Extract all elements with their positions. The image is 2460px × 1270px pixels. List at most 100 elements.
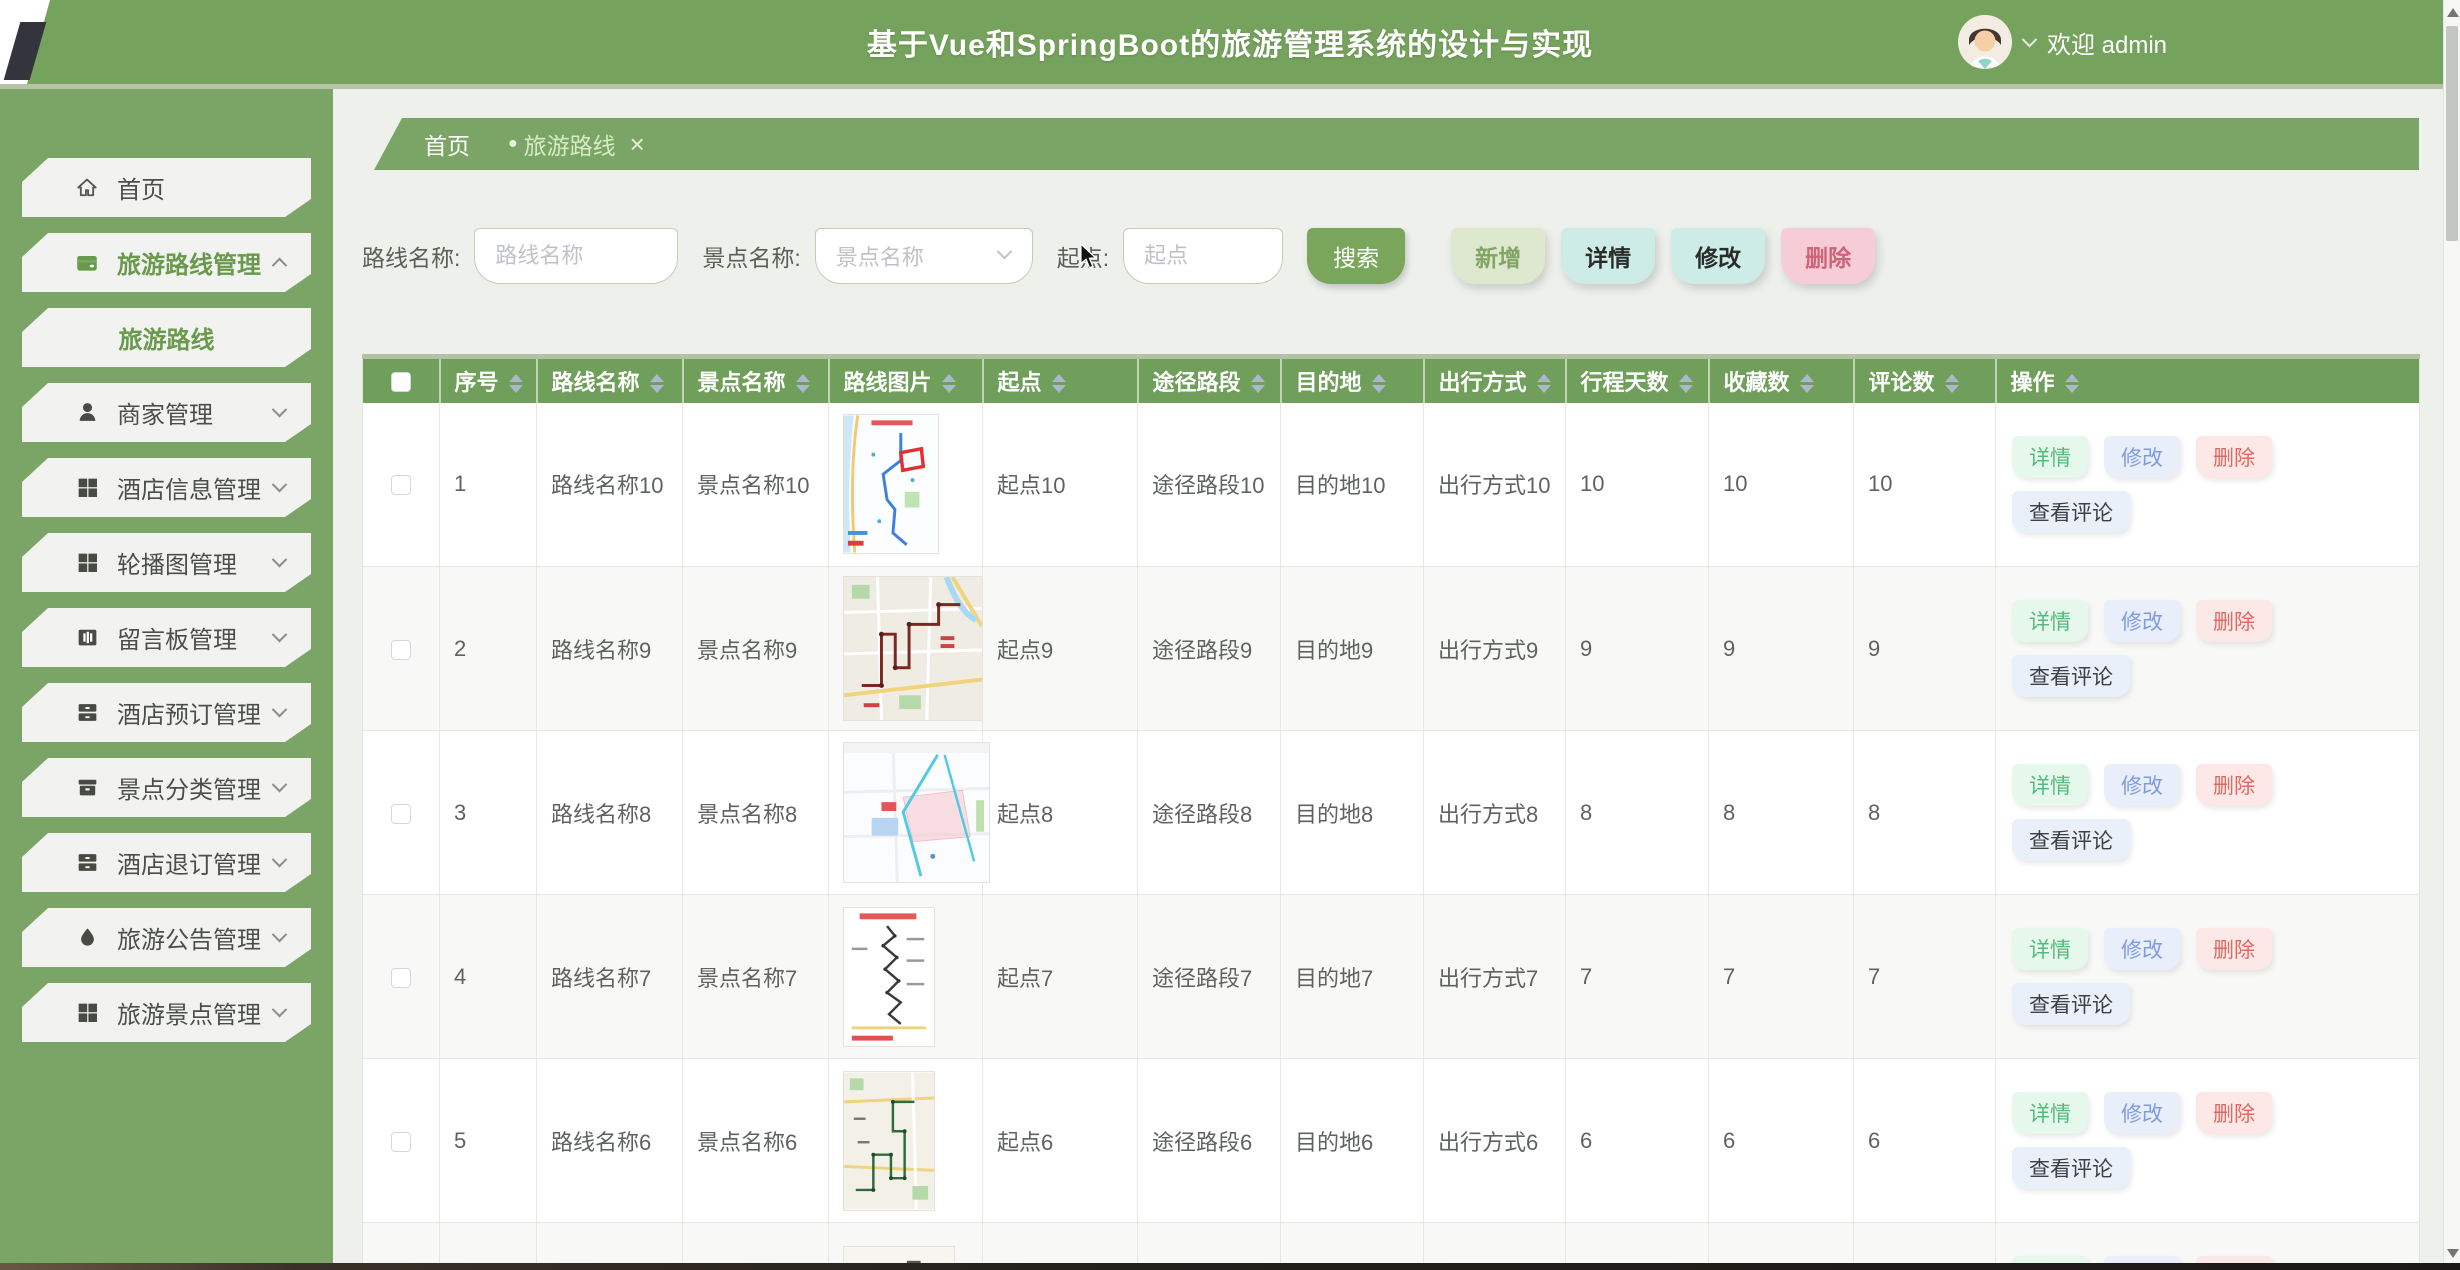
sidebar-item-label: 商家管理	[117, 395, 213, 430]
sidebar-item-merchant-mgmt[interactable]: 商家管理	[22, 383, 311, 442]
scroll-up-icon[interactable]	[2447, 8, 2459, 17]
cell-days: 10	[1566, 403, 1709, 567]
row-edit-button[interactable]: 修改	[2104, 764, 2180, 806]
cell-text: 路线名称7	[551, 966, 651, 991]
column-header-label: 途径路段	[1153, 370, 1241, 395]
sidebar-item-label: 酒店预订管理	[117, 695, 261, 730]
cell-text: 6	[1723, 1128, 1735, 1153]
cell-comments: 10	[1854, 403, 1996, 567]
row-checkbox[interactable]	[391, 968, 411, 988]
chevron-down-icon	[2022, 31, 2038, 47]
spot-name-select[interactable]: 景点名称	[815, 228, 1033, 284]
scroll-down-icon[interactable]	[2447, 1249, 2459, 1258]
row-detail-button[interactable]: 详情	[2012, 1092, 2088, 1134]
scrollbar-thumb[interactable]	[2446, 26, 2458, 241]
cell-favorites: 8	[1709, 731, 1854, 895]
column-header-label: 路线图片	[844, 370, 932, 395]
row-delete-button[interactable]: 删除	[2196, 436, 2272, 478]
sort-caret-icon[interactable]	[942, 374, 956, 393]
sidebar-item-spot-category-mgmt[interactable]: 景点分类管理	[22, 758, 311, 817]
sidebar-item-message-board-mgmt[interactable]: 留言板管理	[22, 608, 311, 667]
search-button[interactable]: 搜索	[1307, 228, 1405, 284]
row-detail-button[interactable]: 详情	[2012, 600, 2088, 642]
detail-button[interactable]: 详情	[1561, 228, 1655, 284]
sort-caret-icon[interactable]	[509, 374, 523, 393]
column-header-spot_name[interactable]: 景点名称	[683, 357, 829, 403]
page-title: 基于Vue和SpringBoot的旅游管理系统的设计与实现	[867, 20, 1593, 64]
route-name-input[interactable]	[474, 228, 678, 284]
row-view-comments-button[interactable]: 查看评论	[2012, 655, 2130, 697]
column-header-comments[interactable]: 评论数	[1854, 357, 1996, 403]
row-edit-button[interactable]: 修改	[2104, 600, 2180, 642]
row-checkbox[interactable]	[391, 475, 411, 495]
sidebar-item-home[interactable]: 首页	[22, 158, 311, 217]
row-detail-button[interactable]: 详情	[2012, 764, 2088, 806]
sort-caret-icon[interactable]	[1052, 374, 1066, 393]
column-header-seq[interactable]: 序号	[440, 357, 537, 403]
sort-caret-icon[interactable]	[1251, 374, 1265, 393]
row-detail-button[interactable]: 详情	[2012, 928, 2088, 970]
header-divider	[0, 84, 2460, 89]
user-menu[interactable]: 欢迎 admin	[1958, 0, 2167, 84]
row-edit-button[interactable]: 修改	[2104, 928, 2180, 970]
sidebar-item-notice-mgmt[interactable]: 旅游公告管理	[22, 908, 311, 967]
column-header-days[interactable]: 行程天数	[1566, 357, 1709, 403]
cell-image	[829, 895, 983, 1059]
row-delete-button[interactable]: 删除	[2196, 764, 2272, 806]
column-header-label: 路线名称	[552, 370, 640, 395]
row-delete-button[interactable]: 删除	[2196, 600, 2272, 642]
cell-actions: 详情修改删除查看评论	[1996, 1059, 2420, 1223]
column-header-image[interactable]: 路线图片	[829, 357, 983, 403]
sidebar-item-hotel-info-mgmt[interactable]: 酒店信息管理	[22, 458, 311, 517]
sidebar-subitem-route-mgmt[interactable]: 旅游路线	[22, 308, 311, 367]
sort-caret-icon[interactable]	[1537, 374, 1551, 393]
column-header-origin[interactable]: 起点	[983, 357, 1138, 403]
sort-caret-icon[interactable]	[1800, 374, 1814, 393]
close-tab-icon[interactable]: ×	[630, 131, 645, 157]
grid-icon	[74, 1000, 100, 1026]
column-header-actions[interactable]: 操作	[1996, 357, 2420, 403]
sort-caret-icon[interactable]	[1679, 374, 1693, 393]
sidebar-item-hotel-cancel-mgmt[interactable]: 酒店退订管理	[22, 833, 311, 892]
row-detail-button[interactable]: 详情	[2012, 436, 2088, 478]
sidebar-item-spot-mgmt[interactable]: 旅游景点管理	[22, 983, 311, 1042]
column-header-destination[interactable]: 目的地	[1281, 357, 1424, 403]
origin-input[interactable]	[1123, 228, 1283, 284]
cell-via: 途径路段6	[1138, 1059, 1281, 1223]
row-view-comments-button[interactable]: 查看评论	[2012, 1147, 2130, 1189]
column-header-favorites[interactable]: 收藏数	[1709, 357, 1854, 403]
select-all-checkbox[interactable]	[391, 372, 411, 392]
sidebar-item-hotel-booking-mgmt[interactable]: 酒店预订管理	[22, 683, 311, 742]
sort-caret-icon[interactable]	[796, 374, 810, 393]
column-header-via[interactable]: 途径路段	[1138, 357, 1281, 403]
user-avatar[interactable]	[1958, 15, 2012, 69]
sidebar-item-carousel-mgmt[interactable]: 轮播图管理	[22, 533, 311, 592]
tab-0[interactable]: 首页	[424, 127, 470, 161]
row-view-comments-button[interactable]: 查看评论	[2012, 819, 2130, 861]
vertical-scrollbar[interactable]	[2443, 0, 2460, 1270]
tab-active[interactable]: ●旅游路线×	[508, 127, 645, 161]
sort-caret-icon[interactable]	[650, 374, 664, 393]
cell-travel_mode: 出行方式7	[1424, 895, 1566, 1059]
sort-caret-icon[interactable]	[1945, 374, 1959, 393]
cell-text: 起点8	[997, 802, 1053, 827]
sort-caret-icon[interactable]	[2065, 374, 2079, 393]
add-button[interactable]: 新增	[1451, 228, 1545, 284]
delete-button[interactable]: 删除	[1781, 228, 1875, 284]
column-header-travel_mode[interactable]: 出行方式	[1424, 357, 1566, 403]
row-view-comments-button[interactable]: 查看评论	[2012, 491, 2130, 533]
row-delete-button[interactable]: 删除	[2196, 928, 2272, 970]
cell-text: 9	[1580, 636, 1592, 661]
sort-caret-icon[interactable]	[1372, 374, 1386, 393]
sidebar-item-route-mgmt[interactable]: 旅游路线管理	[22, 233, 311, 292]
column-header-route_name[interactable]: 路线名称	[537, 357, 683, 403]
row-delete-button[interactable]: 删除	[2196, 1092, 2272, 1134]
row-checkbox[interactable]	[391, 1132, 411, 1152]
row-edit-button[interactable]: 修改	[2104, 1092, 2180, 1134]
row-view-comments-button[interactable]: 查看评论	[2012, 983, 2130, 1025]
row-checkbox[interactable]	[391, 640, 411, 660]
row-edit-button[interactable]: 修改	[2104, 436, 2180, 478]
row-checkbox[interactable]	[391, 804, 411, 824]
cell-text: 出行方式10	[1438, 473, 1550, 498]
edit-button[interactable]: 修改	[1671, 228, 1765, 284]
